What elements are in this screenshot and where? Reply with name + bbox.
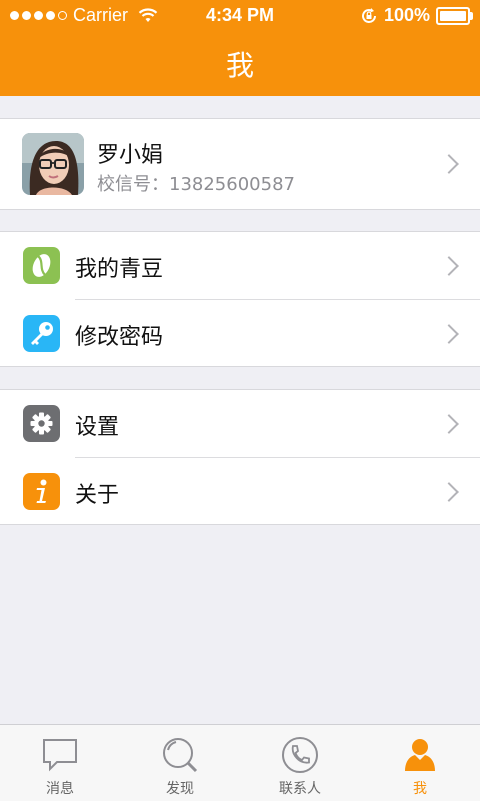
chevron-right-icon [439,324,459,344]
menu-item-settings[interactable]: 设置 [0,390,480,456]
menu-label-change-password: 修改密码 [75,325,164,350]
chevron-right-icon [439,414,459,434]
info-icon [23,473,60,510]
status-bar: Carrier 4:34 PM 100% [0,0,480,32]
menu-group-app: 设置 关于 [0,389,480,525]
page-title: 我 [225,49,254,82]
bean-icon [23,247,60,284]
chevron-right-icon [439,256,459,276]
chevron-right-icon [439,482,459,502]
tab-label-contacts: 联系人 [279,781,321,797]
tab-bar: 消息 发现 联系人 我 [0,724,480,801]
person-icon [405,739,435,771]
tab-label-discover: 发现 [166,781,194,797]
tab-messages[interactable]: 消息 [0,725,120,801]
top-bar: Carrier 4:34 PM 100% 我 [0,0,480,96]
tab-contacts[interactable]: 联系人 [240,725,360,801]
tab-discover[interactable]: 发现 [120,725,240,801]
menu-item-qingdou[interactable]: 我的青豆 [0,232,480,298]
tab-label-me: 我 [413,781,427,797]
key-icon [23,315,60,352]
phone-icon [282,737,318,773]
profile-id: 校信号：13825600587 [97,174,295,195]
tab-me[interactable]: 我 [360,725,480,801]
menu-label-about: 关于 [75,483,120,508]
rotation-lock-icon [362,7,376,23]
menu-item-about[interactable]: 关于 [0,458,480,524]
tab-label-messages: 消息 [46,781,74,797]
gear-icon [23,405,60,442]
menu-item-change-password[interactable]: 修改密码 [0,300,480,366]
profile-name: 罗小娟 [97,143,164,168]
status-right: 100% [360,5,473,26]
profile-card[interactable]: 罗小娟 校信号：13825600587 [0,118,480,210]
menu-label-settings: 设置 [75,415,120,440]
menu-group-account: 我的青豆 修改密码 [0,231,480,367]
search-icon [163,738,198,773]
chat-bubble-icon [43,739,77,772]
menu-label-qingdou: 我的青豆 [75,257,164,282]
chevron-right-icon [439,154,459,174]
avatar [22,133,84,195]
battery-percent: 100% [383,5,430,25]
battery-icon [436,6,473,25]
